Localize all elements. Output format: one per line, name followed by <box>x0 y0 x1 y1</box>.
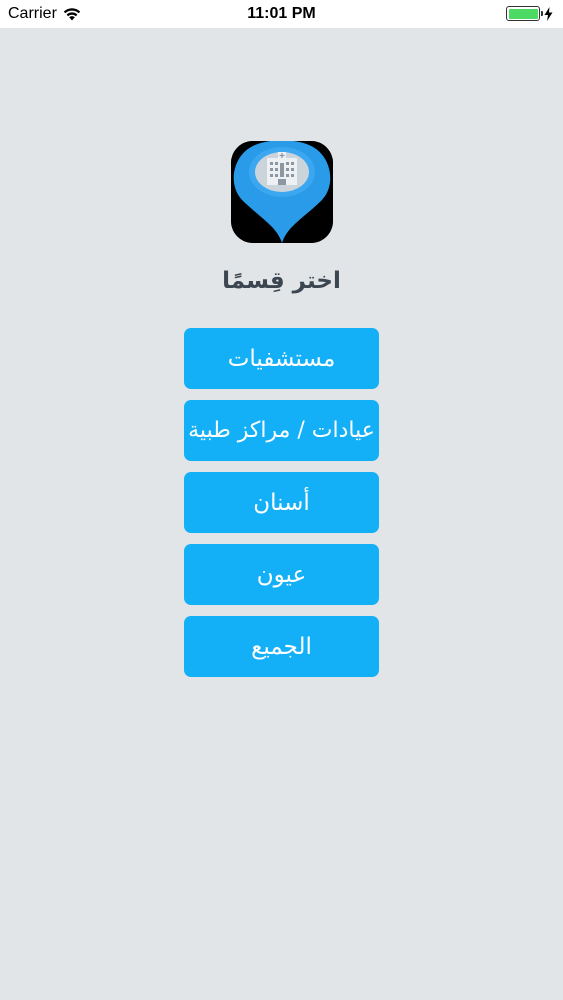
battery-level <box>508 8 538 19</box>
status-bar: Carrier 11:01 PM <box>0 0 563 28</box>
dental-button[interactable]: أسنان <box>184 472 379 533</box>
page-title: اختر قِسمًا <box>222 268 341 294</box>
charging-bolt-icon <box>544 6 553 21</box>
hospitals-button[interactable]: مستشفيات <box>184 328 379 389</box>
hospital-location-pin-icon <box>231 141 333 243</box>
clock: 11:01 PM <box>247 5 316 22</box>
clinics-medical-centers-button[interactable]: عيادات / مراكز طبية <box>184 400 379 461</box>
eyes-button[interactable]: عيون <box>184 544 379 605</box>
battery-tip <box>541 11 543 16</box>
all-button[interactable]: الجميع <box>184 616 379 677</box>
battery-icon <box>506 6 543 21</box>
battery-group <box>506 6 553 21</box>
